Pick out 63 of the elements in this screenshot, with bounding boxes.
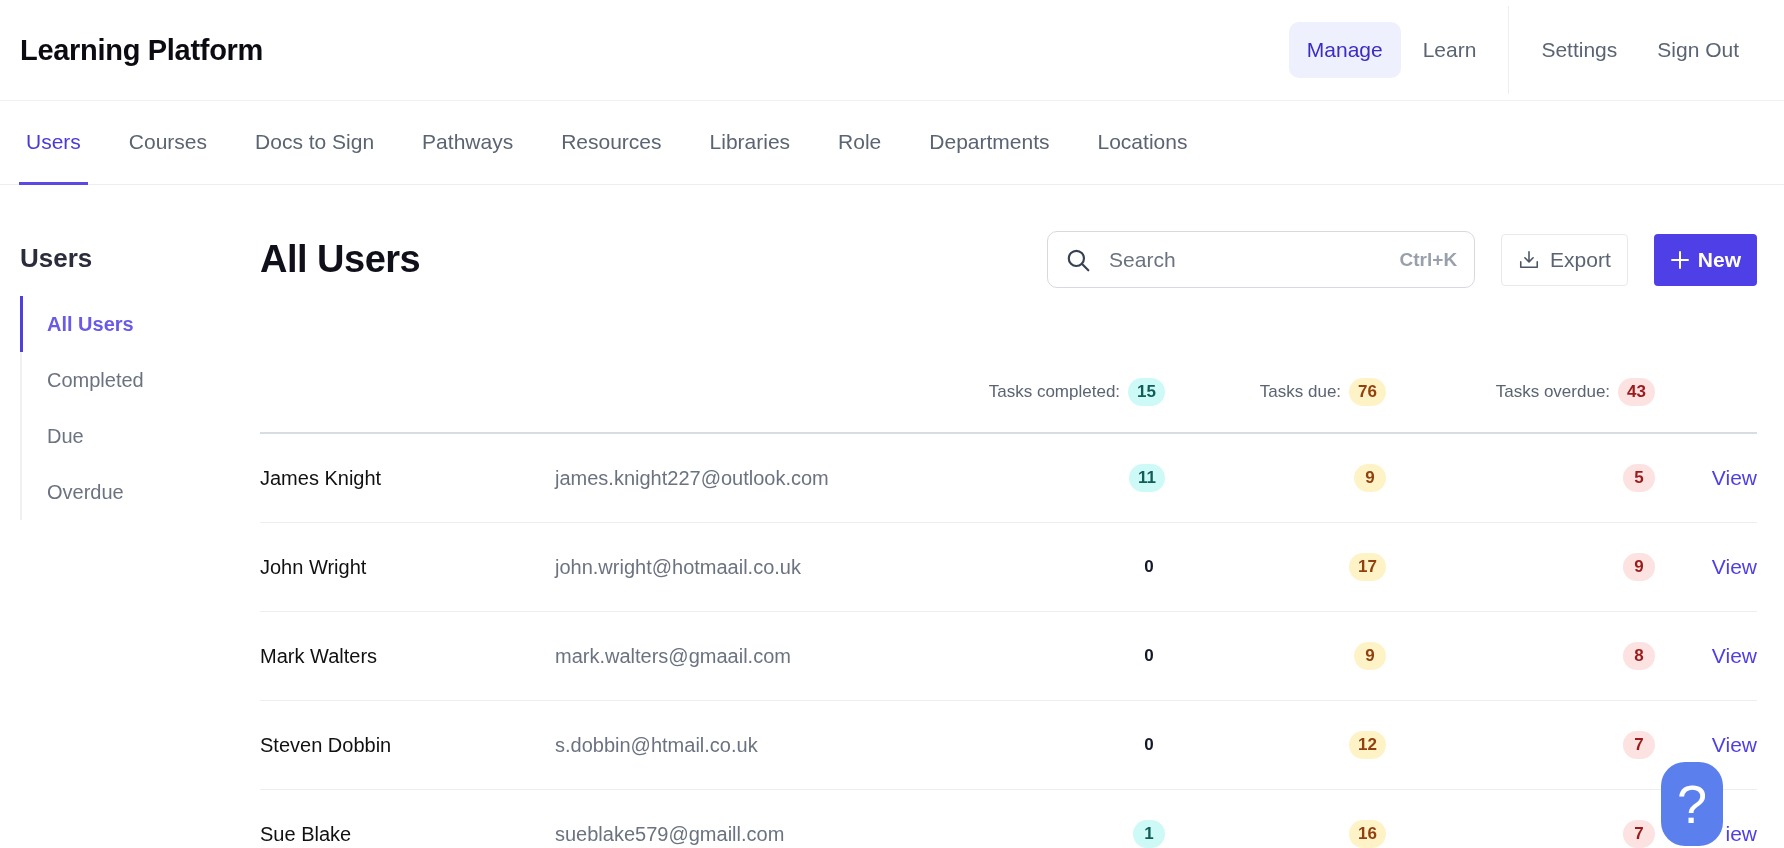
- user-name: John Wright: [260, 555, 368, 579]
- count-badge: 11: [1129, 464, 1165, 492]
- view-link[interactable]: View: [1711, 733, 1757, 757]
- view-link[interactable]: View: [1711, 644, 1757, 668]
- tab[interactable]: Libraries: [702, 101, 798, 185]
- stat-label: Tasks overdue:: [1495, 382, 1611, 402]
- user-email: john.wright@hotmaail.co.uk: [555, 555, 802, 579]
- sidebar-item[interactable]: Completed: [20, 352, 260, 408]
- count-badge: 17: [1349, 553, 1386, 581]
- count-value: 0: [1143, 556, 1155, 578]
- user-name: Steven Dobbin: [260, 733, 393, 757]
- tab[interactable]: Locations: [1090, 101, 1195, 185]
- count-badge: 43: [1618, 378, 1655, 406]
- nav-link[interactable]: Learn: [1404, 22, 1495, 78]
- tab[interactable]: Departments: [922, 101, 1057, 185]
- view-link[interactable]: View: [1711, 466, 1757, 490]
- count-value: 0: [1143, 734, 1155, 756]
- tab[interactable]: Docs to Sign: [248, 101, 382, 185]
- help-button[interactable]: ?: [1661, 762, 1723, 846]
- view-link[interactable]: View: [1711, 555, 1757, 579]
- count-badge: 7: [1623, 820, 1655, 848]
- download-icon: [1518, 248, 1541, 271]
- tab[interactable]: Courses: [121, 101, 215, 185]
- user-email: james.knight227@outlook.com: [555, 466, 830, 490]
- sidebar-item[interactable]: Due: [20, 408, 260, 464]
- view-link[interactable]: iew: [1725, 822, 1757, 846]
- count-badge: 5: [1623, 464, 1655, 492]
- nav-link[interactable]: Manage: [1288, 22, 1401, 78]
- new-button[interactable]: New: [1653, 233, 1757, 286]
- sidebar-title: Users: [20, 243, 94, 274]
- sidebar-item[interactable]: Overdue: [20, 464, 260, 520]
- user-email: s.dobbin@htmail.co.uk: [555, 733, 759, 757]
- user-name: Mark Walters: [260, 644, 379, 668]
- count-badge: 9: [1623, 553, 1655, 581]
- user-name: James Knight: [260, 466, 383, 490]
- shortcut-hint: Ctrl+K: [1399, 248, 1458, 271]
- stat-label: Tasks due:: [1259, 382, 1342, 402]
- user-email: mark.walters@gmaail.com: [555, 644, 792, 668]
- count-badge: 1: [1133, 820, 1165, 848]
- plus-icon: [1669, 249, 1690, 270]
- count-value: 0: [1143, 645, 1155, 667]
- page-title: All Users: [260, 238, 422, 281]
- nav-link[interactable]: Settings: [1523, 22, 1636, 78]
- count-badge: 9: [1354, 464, 1386, 492]
- search-input[interactable]: Search: [1107, 246, 1384, 273]
- tab[interactable]: Pathways: [415, 101, 521, 185]
- app-title: Learning Platform: [20, 33, 264, 67]
- tab[interactable]: Resources: [554, 101, 669, 185]
- tab[interactable]: Role: [831, 101, 889, 185]
- export-button[interactable]: Export: [1501, 233, 1628, 286]
- count-badge: 16: [1349, 820, 1386, 848]
- tab[interactable]: Users: [19, 101, 88, 185]
- count-badge: 9: [1354, 642, 1386, 670]
- count-badge: 7: [1623, 731, 1655, 759]
- stat-label: Tasks completed:: [988, 382, 1121, 402]
- user-name: Sue Blake: [260, 822, 353, 846]
- user-email: sueblake579@gmaill.com: [555, 822, 786, 846]
- nav-link[interactable]: Sign Out: [1639, 22, 1757, 78]
- sidebar-item[interactable]: All Users: [20, 296, 260, 352]
- count-badge: 12: [1349, 731, 1386, 759]
- count-badge: 15: [1128, 378, 1165, 406]
- count-badge: 8: [1623, 642, 1655, 670]
- count-badge: 76: [1349, 378, 1386, 406]
